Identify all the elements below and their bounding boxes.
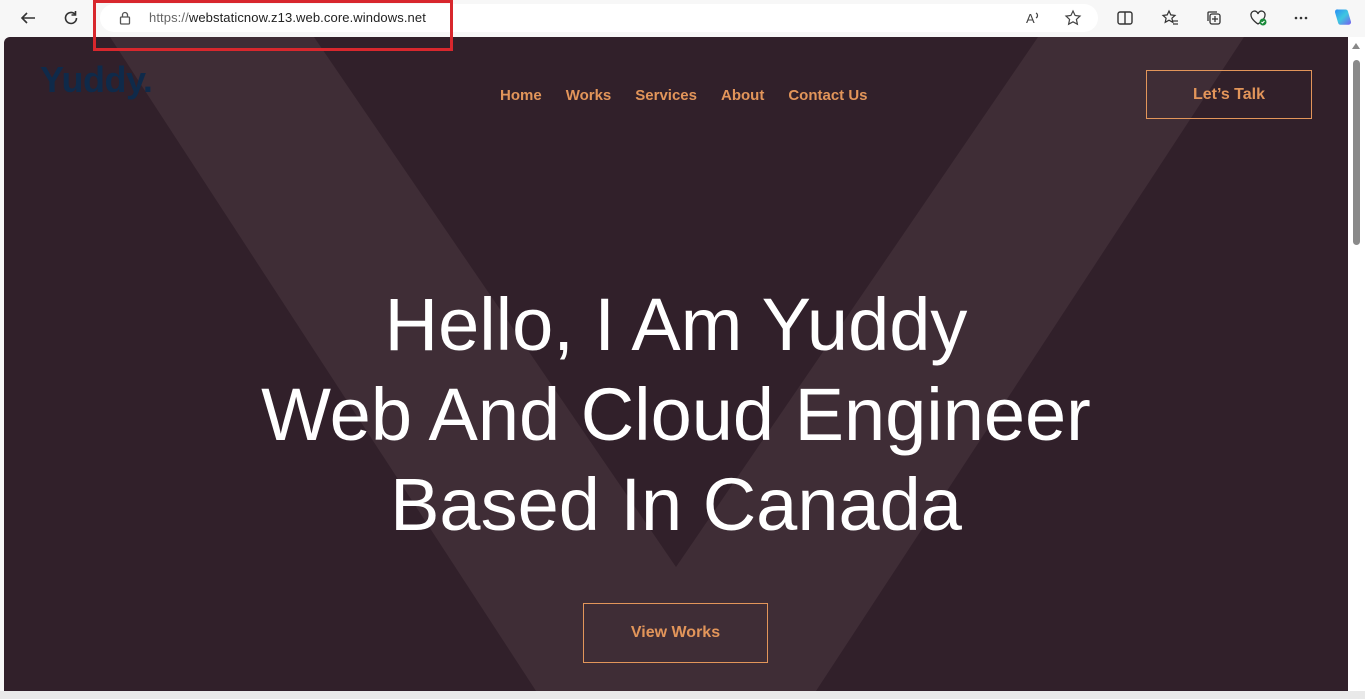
hero-line-3: Based In Canada xyxy=(390,463,962,546)
vertical-scrollbar[interactable] xyxy=(1348,37,1365,691)
svg-text:A: A xyxy=(1026,11,1035,26)
logo-dot: . xyxy=(142,59,153,100)
nav-home[interactable]: Home xyxy=(500,87,542,104)
copilot-button[interactable] xyxy=(1328,4,1358,32)
favorites-icon xyxy=(1161,9,1178,25)
refresh-icon xyxy=(64,11,78,25)
collections-icon xyxy=(1207,11,1221,25)
url-host: webstaticnow.z13.web.core.windows.net xyxy=(188,10,426,25)
favorites-button[interactable] xyxy=(1155,4,1185,32)
logo-text: Yuddy xyxy=(40,59,143,100)
read-aloud-icon[interactable]: A xyxy=(1024,9,1042,27)
main-nav: Home Works Services About Contact Us xyxy=(500,87,868,104)
split-screen-button[interactable] xyxy=(1110,4,1140,32)
site-logo[interactable]: Yuddy. xyxy=(40,59,153,101)
hero-line-2: Web And Cloud Engineer xyxy=(261,373,1091,456)
browser-essentials-button[interactable] xyxy=(1243,4,1273,32)
collections-button[interactable] xyxy=(1199,4,1229,32)
url-scheme: https:// xyxy=(149,10,189,25)
star-icon[interactable] xyxy=(1064,9,1082,27)
taskbar-strip xyxy=(0,691,1365,699)
lets-talk-button[interactable]: Let’s Talk xyxy=(1146,70,1312,119)
nav-works[interactable]: Works xyxy=(566,87,612,104)
browser-toolbar: https://webstaticnow.z13.web.core.window… xyxy=(0,0,1365,37)
scroll-up-arrow-icon[interactable] xyxy=(1352,43,1360,49)
nav-contact-us[interactable]: Contact Us xyxy=(788,87,867,104)
address-bar[interactable]: https://webstaticnow.z13.web.core.window… xyxy=(100,4,1098,32)
nav-about[interactable]: About xyxy=(721,87,764,104)
scroll-thumb[interactable] xyxy=(1353,60,1360,245)
back-button[interactable] xyxy=(13,4,43,32)
split-screen-icon xyxy=(1117,11,1133,25)
hero-heading: Hello, I Am Yuddy Web And Cloud Engineer… xyxy=(4,280,1348,550)
more-button[interactable] xyxy=(1286,4,1316,32)
back-arrow-icon xyxy=(20,12,35,24)
more-icon xyxy=(1294,16,1308,20)
lock-icon[interactable] xyxy=(117,10,133,26)
view-works-button[interactable]: View Works xyxy=(583,603,768,663)
url-text[interactable]: https://webstaticnow.z13.web.core.window… xyxy=(149,10,426,25)
refresh-button[interactable] xyxy=(56,4,86,32)
hero-line-1: Hello, I Am Yuddy xyxy=(384,283,968,366)
nav-services[interactable]: Services xyxy=(635,87,697,104)
page-viewport: Yuddy. Home Works Services About Contact… xyxy=(4,37,1348,691)
copilot-icon xyxy=(1334,9,1352,25)
browser-essentials-icon xyxy=(1250,10,1267,26)
